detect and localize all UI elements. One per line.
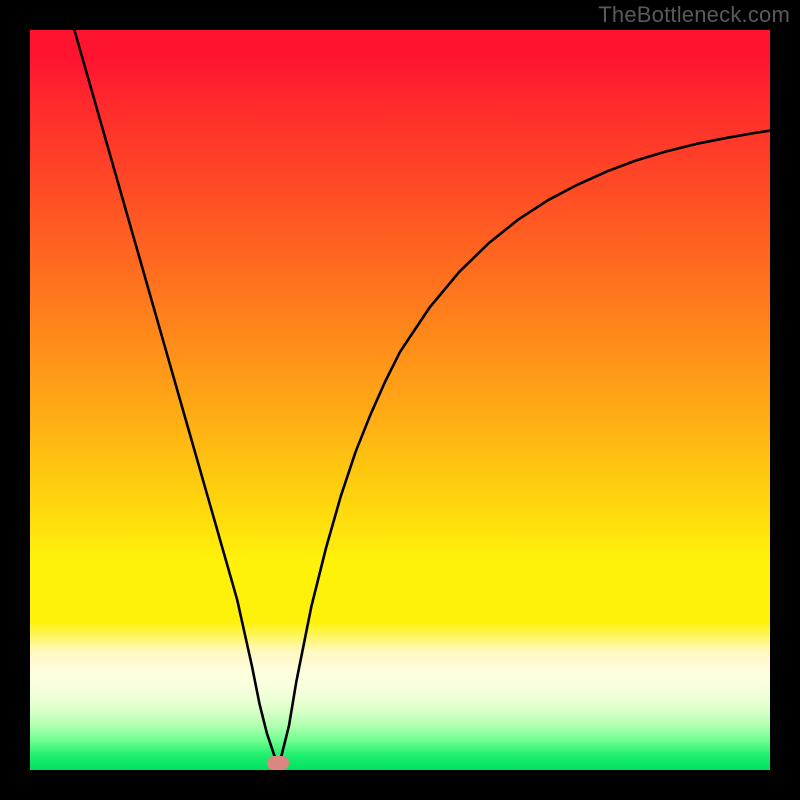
optimal-marker xyxy=(267,756,289,770)
curve-svg xyxy=(30,30,770,770)
watermark-text: TheBottleneck.com xyxy=(598,2,790,28)
curve-layer xyxy=(30,30,770,770)
chart-frame: TheBottleneck.com xyxy=(0,0,800,800)
plot-area xyxy=(30,30,770,770)
bottleneck-curve xyxy=(74,30,770,763)
